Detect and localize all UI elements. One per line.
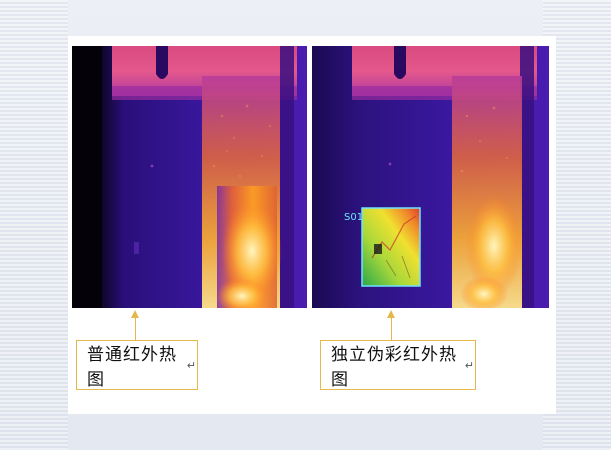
thermal-image-normal-graphic xyxy=(72,46,307,308)
caption-box-pseudocolor: 独立伪彩红外热图 ↵ xyxy=(320,340,476,390)
connector-line-left xyxy=(135,316,136,340)
content-card: S01 普通红外热图 ↵ 独立伪彩红外热图 ↵ xyxy=(68,36,556,414)
caption-normal: 普通红外热图 xyxy=(87,345,177,390)
thermal-image-normal xyxy=(72,46,307,308)
thermal-image-pseudocolor: S01 xyxy=(312,46,549,308)
return-icon: ↵ xyxy=(464,358,475,372)
caption-pseudocolor: 独立伪彩红外热图 xyxy=(331,345,457,390)
connector-line-right xyxy=(391,316,392,340)
caption-box-normal: 普通红外热图 ↵ xyxy=(76,340,198,390)
background-stripe-left xyxy=(0,0,68,450)
return-icon: ↵ xyxy=(186,358,197,372)
thermal-image-pseudocolor-graphic: S01 xyxy=(312,46,549,308)
roi-label: S01 xyxy=(344,212,363,223)
